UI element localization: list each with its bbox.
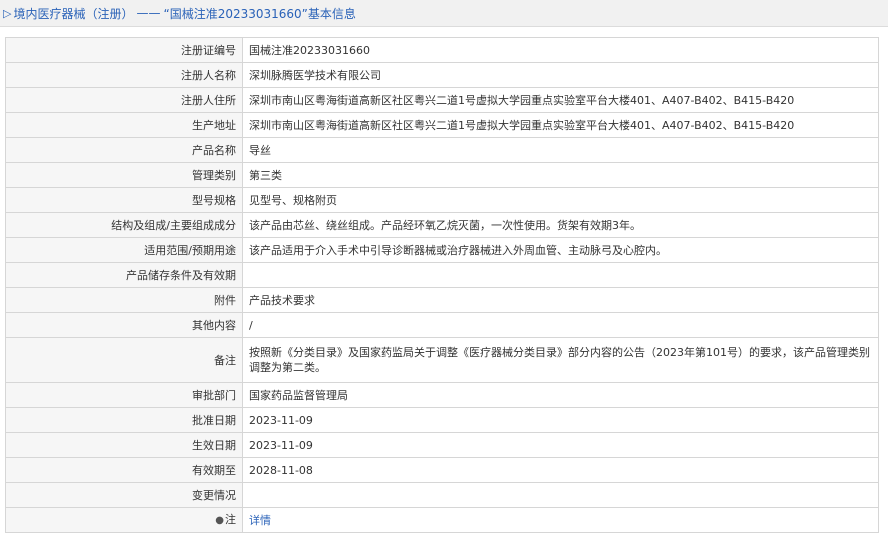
row-value: 该产品由芯丝、绕丝组成。产品经环氧乙烷灭菌，一次性使用。货架有效期3年。 — [242, 212, 879, 238]
details-link[interactable]: 详情 — [249, 514, 271, 527]
row-value: 国械注准20233031660 — [242, 37, 879, 63]
table-row-storage-conditions: 产品储存条件及有效期 — [5, 262, 879, 288]
row-value: 2028-11-08 — [242, 457, 879, 483]
table-row-product-name: 产品名称 导丝 — [5, 137, 879, 163]
table-row-registrant-name: 注册人名称 深圳脉腾医学技术有限公司 — [5, 62, 879, 88]
row-value: 导丝 — [242, 137, 879, 163]
note-label: 注 — [225, 513, 236, 526]
row-label: 有效期至 — [5, 457, 243, 483]
arrow-icon: ▷ — [3, 6, 12, 20]
table-row-structure-composition: 结构及组成/主要组成成分 该产品由芯丝、绕丝组成。产品经环氧乙烷灭菌，一次性使用… — [5, 212, 879, 238]
row-label: 注册人住所 — [5, 87, 243, 113]
table-row-approval-date: 批准日期 2023-11-09 — [5, 407, 879, 433]
row-label: 审批部门 — [5, 382, 243, 408]
table-row-attachment: 附件 产品技术要求 — [5, 287, 879, 313]
table-row-note: ●注 详情 — [5, 507, 879, 533]
table-row-approval-department: 审批部门 国家药品监督管理局 — [5, 382, 879, 408]
row-value: 2023-11-09 — [242, 407, 879, 433]
row-label: 批准日期 — [5, 407, 243, 433]
title-separator: —— — [136, 6, 161, 20]
row-label: 产品名称 — [5, 137, 243, 163]
row-value-note: 详情 — [242, 507, 879, 533]
table-row-management-category: 管理类别 第三类 — [5, 162, 879, 188]
row-value — [242, 482, 879, 508]
row-label: 产品储存条件及有效期 — [5, 262, 243, 288]
row-label: 生产地址 — [5, 112, 243, 138]
title-bar: ▷ 境内医疗器械（注册） —— “国械注准20233031660”基本信息 — [0, 0, 888, 27]
row-label: 结构及组成/主要组成成分 — [5, 212, 243, 238]
pin-icon: ● — [215, 515, 224, 526]
table-row-production-address: 生产地址 深圳市南山区粤海街道高新区社区粤兴二道1号虚拟大学园重点实验室平台大楼… — [5, 112, 879, 138]
row-label: 注册证编号 — [5, 37, 243, 63]
breadcrumb-title[interactable]: ▷ 境内医疗器械（注册） —— “国械注准20233031660”基本信息 — [3, 5, 356, 22]
row-label: 注册人名称 — [5, 62, 243, 88]
row-label-note: ●注 — [5, 507, 243, 533]
row-value: 第三类 — [242, 162, 879, 188]
table-row-model-spec: 型号规格 见型号、规格附页 — [5, 187, 879, 213]
row-label: 备注 — [5, 337, 243, 383]
row-value: 产品技术要求 — [242, 287, 879, 313]
record-title: “国械注准20233031660”基本信息 — [163, 6, 356, 21]
table-row-other-content: 其他内容 / — [5, 312, 879, 338]
row-label: 适用范围/预期用途 — [5, 237, 243, 263]
row-label: 管理类别 — [5, 162, 243, 188]
detail-table: 注册证编号 国械注准20233031660 注册人名称 深圳脉腾医学技术有限公司… — [5, 37, 879, 533]
row-value — [242, 262, 879, 288]
table-row-registrant-address: 注册人住所 深圳市南山区粤海街道高新区社区粤兴二道1号虚拟大学园重点实验室平台大… — [5, 87, 879, 113]
row-value: 国家药品监督管理局 — [242, 382, 879, 408]
table-row-registration-number: 注册证编号 国械注准20233031660 — [5, 37, 879, 63]
row-label: 生效日期 — [5, 432, 243, 458]
row-label: 其他内容 — [5, 312, 243, 338]
row-value: 2023-11-09 — [242, 432, 879, 458]
row-label: 变更情况 — [5, 482, 243, 508]
row-label: 附件 — [5, 287, 243, 313]
table-row-expiry-date: 有效期至 2028-11-08 — [5, 457, 879, 483]
table-row-effective-date: 生效日期 2023-11-09 — [5, 432, 879, 458]
row-value: 见型号、规格附页 — [242, 187, 879, 213]
row-value: 深圳市南山区粤海街道高新区社区粤兴二道1号虚拟大学园重点实验室平台大楼401、A… — [242, 87, 879, 113]
row-value: / — [242, 312, 879, 338]
table-row-change-history: 变更情况 — [5, 482, 879, 508]
category-label: 境内医疗器械（注册） — [13, 6, 134, 21]
row-label: 型号规格 — [5, 187, 243, 213]
table-row-intended-use: 适用范围/预期用途 该产品适用于介入手术中引导诊断器械或治疗器械进入外周血管、主… — [5, 237, 879, 263]
table-row-remarks: 备注 按照新《分类目录》及国家药监局关于调整《医疗器械分类目录》部分内容的公告（… — [5, 337, 879, 383]
row-value: 深圳市南山区粤海街道高新区社区粤兴二道1号虚拟大学园重点实验室平台大楼401、A… — [242, 112, 879, 138]
row-value: 该产品适用于介入手术中引导诊断器械或治疗器械进入外周血管、主动脉弓及心腔内。 — [242, 237, 879, 263]
row-value: 深圳脉腾医学技术有限公司 — [242, 62, 879, 88]
row-value: 按照新《分类目录》及国家药监局关于调整《医疗器械分类目录》部分内容的公告（202… — [242, 337, 879, 383]
